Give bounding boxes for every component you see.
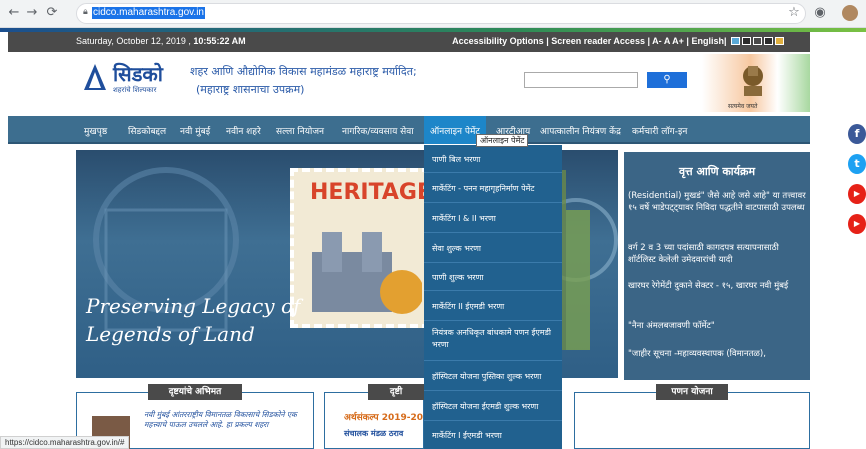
bookmark-star-icon[interactable]: ☆ xyxy=(786,5,802,21)
font-decrease-button[interactable]: A- xyxy=(652,36,662,46)
dropdown-item[interactable]: मार्केटिंग I ईएमडी भरणा xyxy=(424,421,562,449)
scheme-heading: पणन योजना xyxy=(656,384,728,400)
castle-illustration xyxy=(312,232,422,314)
lock-icon: 🔒︎ xyxy=(83,7,88,17)
nav-item-citizen-services[interactable]: नागरिक/व्यवसाय सेवा xyxy=(342,124,414,137)
main-nav: मुखपृष्ठ सिडकोबद्दल नवी मुंबई नवीन शहरे … xyxy=(8,116,810,144)
dropdown-item[interactable]: सेवा शुल्क भरणा xyxy=(424,233,562,263)
theme-swatch[interactable] xyxy=(775,37,784,45)
twitter-icon[interactable]: t xyxy=(848,154,866,174)
theme-swatch[interactable] xyxy=(753,37,762,45)
org-subtitle: (महाराष्ट्र शासनाचा उपक्रम) xyxy=(196,83,305,96)
dropdown-item[interactable]: मार्केटिंग II ईएमडी भरणा xyxy=(424,291,562,321)
forward-icon[interactable]: → xyxy=(24,5,40,21)
news-item[interactable]: वर्ग 2 व 3 च्या पदांसाठी कागदपत्र सत्याप… xyxy=(628,242,806,266)
org-name: शहर आणि औद्योगिक विकास महामंडळ महाराष्ट्… xyxy=(190,65,417,78)
time-text: 10:55:22 AM xyxy=(193,36,246,46)
nav-item-employee-login[interactable]: कर्मचारी लॉग-इन xyxy=(632,124,687,137)
budget-link[interactable]: अर्थसंकल्प 2019-20 xyxy=(344,410,423,423)
hero-tagline-line2: Legends of Land xyxy=(86,322,255,346)
theme-swatch[interactable] xyxy=(731,37,740,45)
dropdown-item[interactable]: मार्केटिंग I & II भरणा xyxy=(424,203,562,233)
nav-tooltip: ऑनलाइन पेमेंट xyxy=(476,134,529,147)
search-icon: ⚲ xyxy=(663,74,671,85)
youtube-icon[interactable]: ▶ xyxy=(848,184,866,204)
dropdown-item[interactable]: हॉस्पिटल योजना पुस्तिका शुल्क भरणा xyxy=(424,361,562,391)
dropdown-item[interactable]: नियंत्रक अनधिकृत बांधकामे पणन ईएमडी भरणा xyxy=(424,321,562,361)
theme-swatch[interactable] xyxy=(742,37,751,45)
board-resolution-link[interactable]: संचालक मंडळ ठराव xyxy=(344,428,403,439)
news-item[interactable]: "जाहीर सूचना -महाव्यवस्थापक (विमानतळ), xyxy=(628,348,806,360)
font-normal-button[interactable]: A xyxy=(664,36,670,46)
nav-item-home[interactable]: मुखपृष्ठ xyxy=(84,124,107,137)
vision-heading: दृष्टयांचे अभिमत xyxy=(148,384,242,400)
logo-text[interactable]: सिडको xyxy=(113,60,163,87)
accessibility-link[interactable]: Accessibility Options xyxy=(452,36,544,46)
dropdown-item[interactable]: हॉस्पिटल योजना ईएमडी शुल्क भरणा xyxy=(424,391,562,421)
vision-quote: नवी मुंबई आंतरराष्ट्रीय विमानतळ विकासाचे… xyxy=(144,410,297,429)
nav-item-planning[interactable]: सल्ला नियोजन xyxy=(276,124,324,137)
browser-toolbar: ← → ⟳ 🔒︎ cidco.maharashtra.gov.in ☆ ◉ xyxy=(0,0,866,28)
logo-tagline: शहरांचे शिल्पकार xyxy=(113,86,157,94)
browser-status-url: https://cidco.maharashtra.gov.in/# xyxy=(0,436,130,449)
search-input[interactable] xyxy=(524,72,638,88)
profile-avatar[interactable] xyxy=(842,5,858,21)
top-info-bar: Saturday, October 12, 2019 , 10:55:22 AM… xyxy=(8,32,810,52)
url-text[interactable]: cidco.maharashtra.gov.in xyxy=(92,7,205,19)
search-button[interactable]: ⚲ xyxy=(647,72,687,88)
nav-item-about[interactable]: सिडकोबद्दल xyxy=(128,124,166,137)
news-item[interactable]: (Residential) मुखडं" जैसे आहे जसे आहे" य… xyxy=(628,190,806,214)
theme-swatch[interactable] xyxy=(764,37,773,45)
cidco-logo-icon[interactable] xyxy=(82,62,108,92)
dropdown-item[interactable]: पाणी शुल्क भरणा xyxy=(424,263,562,291)
font-increase-button[interactable]: A+ xyxy=(672,36,684,46)
extension-icon[interactable]: ◉ xyxy=(812,5,828,21)
date-text: Saturday, October 12, 2019 , xyxy=(76,36,191,46)
site-header: सिडको शहरांचे शिल्पकार शहर आणि औद्योगिक … xyxy=(8,52,810,116)
news-item[interactable]: "नैना अंमलबजावणी फॉर्मेट" xyxy=(628,320,806,332)
youtube-icon[interactable]: ▶ xyxy=(848,214,866,234)
date-time: Saturday, October 12, 2019 , 10:55:22 AM xyxy=(76,36,246,46)
dropdown-item[interactable]: पाणी बिल भरणा xyxy=(424,145,562,173)
middle-heading: दृष्टी xyxy=(368,384,424,400)
news-item[interactable]: खारघर रेगेमेंटी दुकाने सेक्टर - १५, खारघ… xyxy=(628,280,806,292)
dropdown-item[interactable]: मार्केटिंग - पनन महागृहनिर्माण पेमेंट xyxy=(424,173,562,203)
news-title: वृत्त आणि कार्यक्रम xyxy=(678,165,756,178)
hero-tagline-line1: Preserving Legacy of xyxy=(86,294,301,318)
scheme-box xyxy=(574,392,810,449)
screen-reader-link[interactable]: Screen reader Access xyxy=(551,36,645,46)
top-links: Accessibility Options | Screen reader Ac… xyxy=(452,36,784,46)
nav-item-navi-mumbai[interactable]: नवी मुंबई xyxy=(180,124,210,137)
news-events-panel: वृत्त आणि कार्यक्रम (Residential) मुखडं"… xyxy=(624,152,810,380)
emblem-caption: सत्यमेव जयते xyxy=(728,103,758,110)
nav-item-new-towns[interactable]: नवीन शहरे xyxy=(226,124,261,137)
emblem-banner: सत्यमेव जयते xyxy=(702,54,810,112)
online-payment-dropdown: पाणी बिल भरणा मार्केटिंग - पनन महागृहनिर… xyxy=(424,145,562,449)
facebook-icon[interactable]: f xyxy=(848,124,866,144)
language-link[interactable]: English xyxy=(691,36,724,46)
national-emblem-icon xyxy=(743,66,763,96)
heritage-stamp-text: HERITAGE xyxy=(310,180,432,205)
reload-icon[interactable]: ⟳ xyxy=(44,5,60,21)
back-icon[interactable]: ← xyxy=(6,5,22,21)
nav-item-emergency[interactable]: आपत्कालीन नियंत्रण केंद्र xyxy=(540,124,621,137)
